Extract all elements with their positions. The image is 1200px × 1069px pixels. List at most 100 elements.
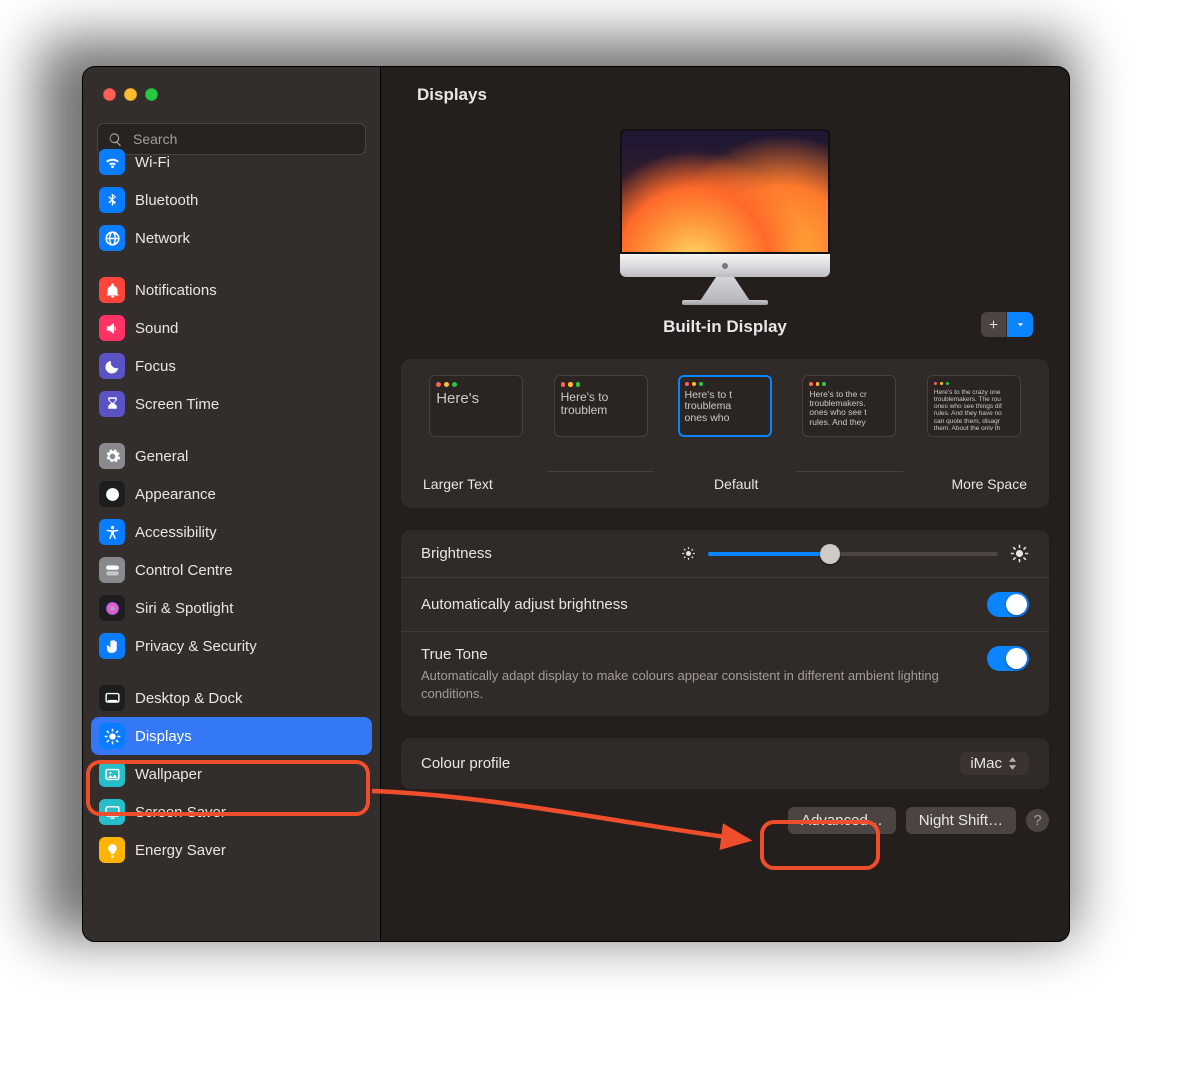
brightness-label: Brightness [421,545,492,562]
colour-profile-select[interactable]: iMac [960,752,1029,775]
bluetooth-icon [99,187,125,213]
titlebar [83,67,380,121]
sidebar-item-focus[interactable]: Focus [91,347,372,385]
display-arrangement-actions [981,312,1033,337]
hand-icon [99,633,125,659]
moon-icon [99,353,125,379]
resolution-more-space-label: More Space [952,476,1027,492]
brightness-low-icon [681,546,696,561]
sidebar-list: Wi-Fi Bluetooth Network Notifications Sound F… [83,139,380,941]
sidebar-item-appearance[interactable]: Appearance [91,475,372,513]
sidebar-item-energy-saver[interactable]: Energy Saver [91,831,372,869]
resolution-option-0[interactable]: Here's [429,375,523,437]
sidebar-item-control-centre[interactable]: Control Centre [91,551,372,589]
sidebar-item-label: Wallpaper [135,766,202,783]
colour-profile-card: Colour profile iMac [401,738,1049,789]
bulb-icon [99,837,125,863]
sidebar-item-siri-spotlight[interactable]: Siri & Spotlight [91,589,372,627]
sidebar-item-label: Accessibility [135,524,217,541]
colour-profile-row: Colour profile iMac [401,738,1049,789]
hourglass-icon [99,391,125,417]
sidebar-item-label: Screen Time [135,396,219,413]
sidebar-item-label: Network [135,230,190,247]
footer-buttons: Advanced… Night Shift… ? [381,789,1069,834]
sidebar-item-general[interactable]: General [91,437,372,475]
auto-brightness-label: Automatically adjust brightness [421,596,628,613]
sidebar-item-label: Notifications [135,282,217,299]
add-display-button[interactable] [981,312,1007,337]
bell-icon [99,277,125,303]
gear-icon [99,443,125,469]
sidebar-item-privacy-security[interactable]: Privacy & Security [91,627,372,665]
main-header: Displays [381,67,1069,123]
speaker-icon [99,315,125,341]
resolution-larger-label: Larger Text [423,476,493,492]
sidebar-item-label: Sound [135,320,178,337]
help-button[interactable]: ? [1026,809,1049,832]
resolution-option-2[interactable]: Here's to t troublema ones who [678,375,772,437]
resolution-card: Here's Here's to troublem Here's to t trou… [401,359,1049,508]
updown-chevron-icon [1008,755,1023,772]
sidebar-item-desktop-dock[interactable]: Desktop & Dock [91,679,372,717]
sidebar-item-accessibility[interactable]: Accessibility [91,513,372,551]
colour-profile-label: Colour profile [421,755,510,772]
plus-icon [987,318,1000,331]
sidebar-item-sound[interactable]: Sound [91,309,372,347]
sidebar-item-screen-time[interactable]: Screen Time [91,385,372,423]
brightness-card: Brightness Automatically adjust brightne… [401,530,1049,716]
true-tone-description: Automatically adapt display to make colo… [421,667,961,702]
appearance-icon [99,481,125,507]
display-menu-button[interactable] [1007,312,1033,337]
sidebar-item-screen-saver[interactable]: Screen Saver [91,793,372,831]
true-tone-label: True Tone [421,646,961,663]
resolution-option-3[interactable]: Here's to the cr troublemakers. ones who… [802,375,896,437]
sidebar-item-label: Privacy & Security [135,638,257,655]
sidebar-item-displays[interactable]: Displays [91,717,372,755]
sidebar-item-label: Appearance [135,486,216,503]
sidebar-item-label: General [135,448,188,465]
system-settings-window: Wi-Fi Bluetooth Network Notifications Sound F… [82,66,1070,942]
sidebar-item-label: Control Centre [135,562,233,579]
main-content: Displays Built-in Display [381,67,1069,941]
sidebar-item-network[interactable]: Network [91,219,372,257]
wifi-icon [99,149,125,175]
page-title: Displays [417,85,487,105]
resolution-option-1[interactable]: Here's to troublem [554,375,648,437]
zoom-button[interactable] [145,88,158,101]
colour-profile-value: iMac [970,755,1002,772]
brightness-row: Brightness [401,530,1049,577]
true-tone-toggle[interactable] [987,646,1029,671]
sidebar-item-label: Energy Saver [135,842,226,859]
photo-icon [99,761,125,787]
sidebar-item-wi-fi[interactable]: Wi-Fi [91,143,372,181]
sidebar-item-label: Bluetooth [135,192,198,209]
accessibility-icon [99,519,125,545]
sun-icon [99,723,125,749]
resolution-option-4[interactable]: Here's to the crazy one troublemakers. T… [927,375,1021,437]
globe-icon [99,225,125,251]
imac-illustration [620,129,830,305]
brightness-slider[interactable] [708,552,998,556]
true-tone-row: True Tone Automatically adapt display to… [401,631,1049,716]
sidebar-item-bluetooth[interactable]: Bluetooth [91,181,372,219]
minimize-button[interactable] [124,88,137,101]
night-shift-button[interactable]: Night Shift… [906,807,1016,834]
window-controls [103,88,158,101]
close-button[interactable] [103,88,116,101]
sidebar-item-wallpaper[interactable]: Wallpaper [91,755,372,793]
chevron-down-icon [1014,318,1027,331]
screensaver-icon [99,799,125,825]
brightness-high-icon [1010,544,1029,563]
display-name-label: Built-in Display [663,317,787,337]
switches-icon [99,557,125,583]
sidebar-item-notifications[interactable]: Notifications [91,271,372,309]
auto-brightness-toggle[interactable] [987,592,1029,617]
sidebar-item-label: Desktop & Dock [135,690,243,707]
sidebar-item-label: Screen Saver [135,804,226,821]
advanced-button[interactable]: Advanced… [788,807,896,834]
sidebar-item-label: Wi-Fi [135,154,170,171]
sidebar-item-label: Focus [135,358,176,375]
sidebar: Wi-Fi Bluetooth Network Notifications Sound F… [83,67,381,941]
auto-brightness-row: Automatically adjust brightness [401,577,1049,631]
sidebar-item-label: Siri & Spotlight [135,600,233,617]
